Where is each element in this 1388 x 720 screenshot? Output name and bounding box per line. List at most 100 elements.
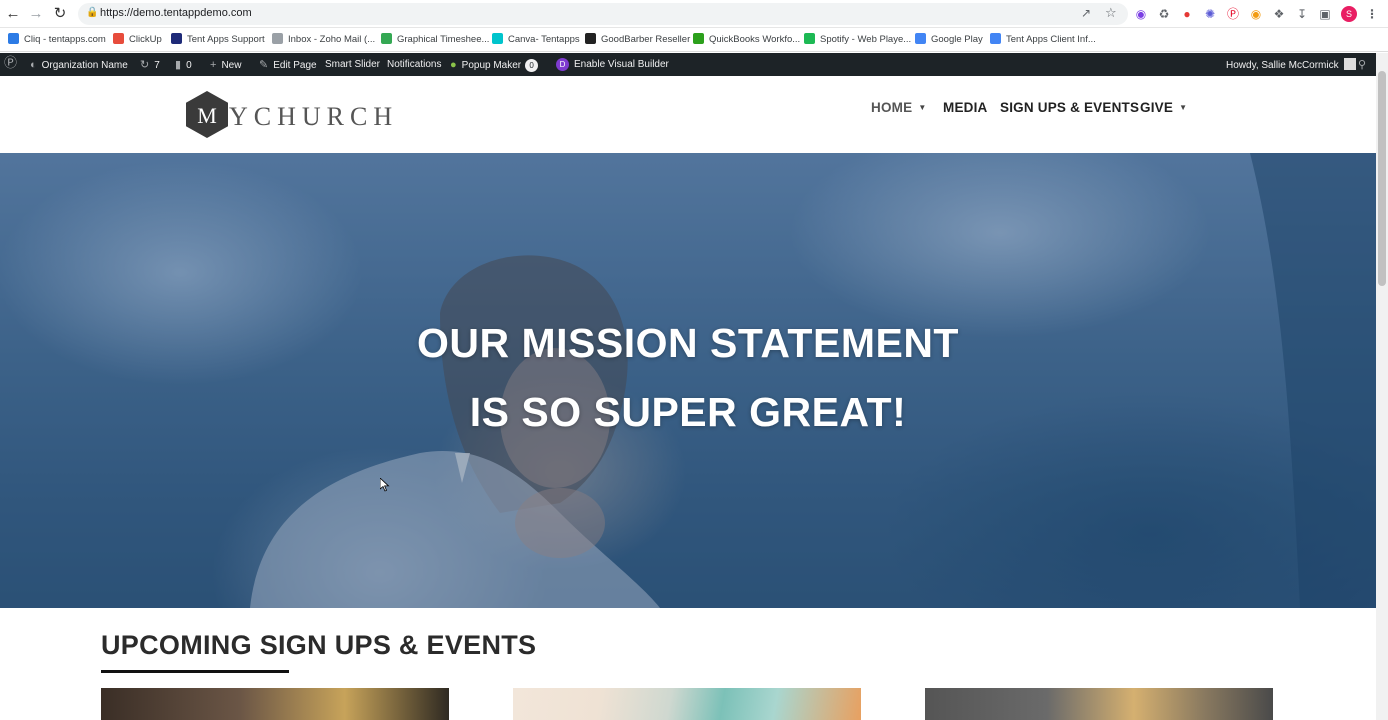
bookmark-label: Tent Apps Client Inf... — [1006, 34, 1096, 45]
wp-howdy-label: Howdy, Sallie McCormick — [1226, 60, 1339, 71]
extension-cookie-icon[interactable]: ◉ — [1248, 6, 1264, 22]
browser-toolbar: ← → ↻ 🔒 https://demo.tentappdemo.com ↗ ☆… — [0, 0, 1388, 28]
bookmark-favicon-icon — [8, 33, 19, 44]
page-scrollbar[interactable] — [1376, 53, 1388, 720]
wp-comments[interactable]: ▮ 0 — [175, 58, 192, 72]
wp-admin-bar: Ⓟ ◐ Organization Name ↻ 7 ▮ 0 + New ✎ Edit Pa… — [0, 53, 1376, 76]
nav-give[interactable]: GIVE ▼ — [1140, 100, 1187, 115]
wp-notifications[interactable]: Notifications — [387, 58, 441, 72]
bookmark-favicon-icon — [113, 33, 124, 44]
bookmark-label: Tent Apps Support — [187, 34, 265, 45]
title-underline — [101, 670, 289, 673]
bookmark-item[interactable]: Canva- Tentapps — [492, 33, 580, 47]
lock-icon: 🔒 — [86, 7, 99, 18]
extension-recycle-icon[interactable]: ♻ — [1156, 6, 1172, 22]
menu-kebab-icon[interactable]: ⋮ — [1364, 6, 1380, 22]
wp-new[interactable]: + New — [210, 58, 241, 72]
hero-banner: OUR MISSION STATEMENT IS SO SUPER GREAT! — [0, 153, 1376, 608]
bookmark-favicon-icon — [171, 33, 182, 44]
bookmark-item[interactable]: Inbox - Zoho Mail (... — [272, 33, 375, 47]
bookmark-favicon-icon — [272, 33, 283, 44]
forward-icon[interactable]: → — [27, 5, 45, 23]
wp-site-name[interactable]: ◐ Organization Name — [30, 58, 128, 72]
event-card-image[interactable] — [513, 688, 861, 720]
download-icon[interactable]: ↧ — [1294, 6, 1310, 22]
bookmark-item[interactable]: GoodBarber Reseller — [585, 33, 690, 47]
nav-give-label: GIVE — [1140, 100, 1174, 115]
event-card-image[interactable] — [925, 688, 1273, 720]
sidepanel-icon[interactable]: ▣ — [1317, 6, 1333, 22]
nav-signups-label: SIGN UPS & EVENTS — [1000, 100, 1140, 115]
bookmark-label: Inbox - Zoho Mail (... — [288, 34, 376, 45]
chevron-down-icon: ▼ — [1179, 103, 1188, 112]
updates-icon: ↻ — [140, 59, 150, 71]
extension-gear-icon[interactable]: ✺ — [1202, 6, 1218, 22]
wp-smart-slider[interactable]: Smart Slider — [325, 58, 380, 72]
comment-icon: ▮ — [175, 59, 182, 71]
wp-visual-builder[interactable]: D Enable Visual Builder — [556, 58, 669, 72]
bookmark-label: Spotify - Web Playe... — [820, 34, 912, 45]
wp-popup-maker[interactable]: ● Popup Maker 0 — [450, 58, 539, 72]
event-card-image[interactable] — [101, 688, 449, 720]
nav-home[interactable]: HOME ▼ — [871, 100, 926, 115]
extension-colorwheel-icon[interactable]: ● — [1179, 6, 1195, 22]
bookmark-label: Canva- Tentapps — [508, 34, 580, 45]
bookmark-label: Cliq - tentapps.com — [24, 34, 106, 45]
bookmark-favicon-icon — [804, 33, 815, 44]
bookmark-favicon-icon — [693, 33, 704, 44]
bookmark-item[interactable]: QuickBooks Workfo... — [693, 33, 800, 47]
bookmarks-bar: Cliq - tentapps.com ClickUp Tent Apps Su… — [0, 28, 1388, 52]
logo-text[interactable]: YCHURCH — [229, 102, 398, 132]
reload-icon[interactable]: ↻ — [51, 5, 69, 23]
wp-notifications-label: Notifications — [387, 59, 442, 70]
hero-heading-line1: OUR MISSION STATEMENT — [417, 320, 959, 366]
mouse-cursor-icon — [380, 478, 390, 492]
wp-edit-page[interactable]: ✎ Edit Page — [259, 58, 317, 72]
scrollbar-thumb[interactable] — [1378, 71, 1386, 286]
divi-icon: D — [556, 58, 569, 71]
logo-hexagon-icon[interactable]: M — [186, 91, 228, 138]
wordpress-logo-icon[interactable]: Ⓟ — [4, 56, 17, 70]
bookmark-item[interactable]: Google Play — [915, 33, 983, 47]
bookmark-item[interactable]: Tent Apps Client Inf... — [990, 33, 1096, 47]
bookmark-star-icon[interactable]: ☆ — [1105, 5, 1117, 21]
bookmark-label: Graphical Timeshee... — [397, 34, 490, 45]
bookmark-item[interactable]: Tent Apps Support — [171, 33, 265, 47]
bookmark-label: QuickBooks Workfo... — [709, 34, 801, 45]
pinterest-icon[interactable]: Ⓟ — [1225, 6, 1241, 22]
extension-color-icon[interactable]: ◉ — [1133, 6, 1149, 22]
wp-site-name-label: Organization Name — [41, 60, 128, 71]
bookmark-label: Google Play — [931, 34, 983, 45]
bookmark-item[interactable]: Cliq - tentapps.com — [8, 33, 106, 47]
pencil-icon: ✎ — [259, 59, 269, 71]
extensions-puzzle-icon[interactable]: ❖ — [1271, 6, 1287, 22]
nav-media-label: MEDIA — [943, 100, 988, 115]
user-avatar — [1343, 58, 1356, 70]
profile-avatar[interactable]: S — [1341, 6, 1357, 22]
nav-home-label: HOME — [871, 100, 913, 115]
nav-signups-events[interactable]: SIGN UPS & EVENTS — [1000, 100, 1139, 115]
bookmark-favicon-icon — [381, 33, 392, 44]
logo-letter: M — [197, 103, 217, 128]
popup-maker-icon: ● — [450, 59, 457, 71]
wp-updates[interactable]: ↻ 7 — [140, 58, 160, 72]
share-icon[interactable]: ↗ — [1081, 6, 1091, 20]
bookmark-item[interactable]: Graphical Timeshee... — [381, 33, 489, 47]
section-title: UPCOMING SIGN UPS & EVENTS — [101, 630, 537, 660]
wp-popup-maker-label: Popup Maker — [461, 60, 522, 71]
bookmark-item[interactable]: Spotify - Web Playe... — [804, 33, 911, 47]
wp-updates-count: 7 — [154, 60, 160, 71]
back-icon[interactable]: ← — [4, 5, 22, 23]
address-bar[interactable]: 🔒 https://demo.tentappdemo.com ↗ ☆ — [78, 3, 1128, 25]
plus-icon: + — [210, 59, 217, 71]
chevron-down-icon: ▼ — [918, 103, 927, 112]
site-header: M YCHURCH HOME ▼ MEDIA SIGN UPS & EVENTS … — [0, 76, 1376, 153]
wp-howdy[interactable]: Howdy, Sallie McCormick — [1226, 58, 1356, 72]
wp-edit-page-label: Edit Page — [273, 60, 317, 71]
nav-media[interactable]: MEDIA — [943, 100, 988, 115]
search-icon[interactable]: ⚲ — [1358, 58, 1366, 72]
hero-heading-line2: IS SO SUPER GREAT! — [469, 389, 907, 435]
bookmark-item[interactable]: ClickUp — [113, 33, 162, 47]
wp-smart-slider-label: Smart Slider — [325, 59, 381, 70]
bookmark-favicon-icon — [492, 33, 503, 44]
